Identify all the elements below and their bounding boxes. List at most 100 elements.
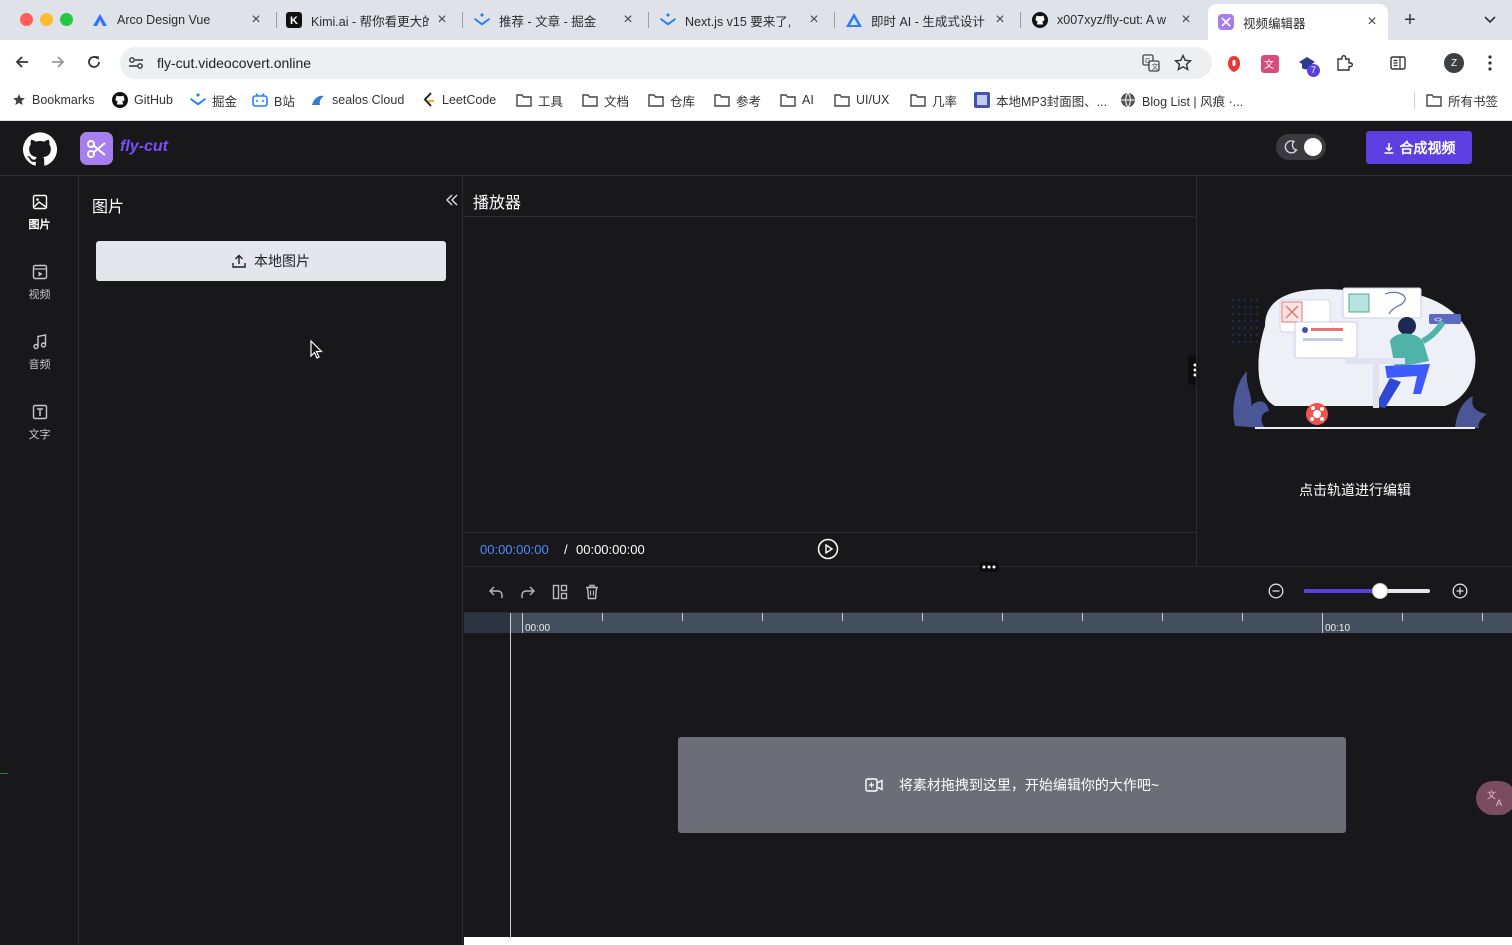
- bookmark-item[interactable]: 掘金: [190, 85, 237, 115]
- browser-tab[interactable]: 推荐 - 文章 - 掘金 ×: [464, 5, 644, 35]
- extension-translate-icon[interactable]: 文: [1260, 54, 1280, 74]
- ruler-tick: [1482, 613, 1483, 621]
- nav-item-video[interactable]: 视频: [0, 264, 79, 324]
- close-tab-icon[interactable]: ×: [1178, 12, 1194, 28]
- folder-icon: [714, 93, 730, 107]
- delete-icon[interactable]: [582, 582, 602, 602]
- export-video-button[interactable]: 合成视频: [1366, 131, 1472, 164]
- drop-zone-hint: 将素材拖拽到这里，开始编辑你的大作吧~: [898, 777, 1160, 793]
- sealos-icon: [310, 93, 326, 107]
- browser-menu-icon[interactable]: [1482, 53, 1498, 73]
- forward-icon[interactable]: [48, 52, 68, 72]
- extension-shield-icon[interactable]: [1224, 54, 1244, 74]
- close-tab-icon[interactable]: ×: [248, 12, 264, 28]
- playhead[interactable]: [510, 613, 511, 945]
- profile-avatar[interactable]: Z: [1444, 53, 1464, 73]
- zoom-slider[interactable]: [1304, 583, 1430, 599]
- bookmark-star-icon[interactable]: [1174, 54, 1192, 72]
- jishi-icon: [846, 12, 862, 28]
- browser-tab[interactable]: x007xyz/fly-cut: A w ×: [1022, 5, 1202, 35]
- ruler-tick: [1322, 613, 1323, 633]
- empty-state-illustration: <>: [1225, 286, 1491, 434]
- ruler-tick: [1242, 613, 1243, 621]
- bookmark-item[interactable]: B站: [252, 85, 295, 115]
- translate-icon[interactable]: G文: [1142, 54, 1160, 72]
- current-time: 00:00:00:00: [480, 542, 549, 557]
- bookmark-item[interactable]: GitHub: [112, 85, 173, 115]
- time-separator: /: [564, 542, 568, 557]
- bookmark-folder[interactable]: 工具: [516, 85, 563, 115]
- browser-tab[interactable]: Next.js v15 要来了, ×: [650, 5, 830, 35]
- browser-tab-active[interactable]: 视频编辑器 ×: [1208, 4, 1388, 40]
- ruler-tick: [1082, 613, 1083, 621]
- github-icon: [1032, 12, 1048, 28]
- browser-tab[interactable]: K Kimi.ai - 帮你看更大的 ×: [278, 5, 458, 35]
- browser-tab[interactable]: Arco Design Vue ×: [92, 5, 272, 35]
- svg-text:A: A: [1496, 798, 1502, 807]
- collapse-panel-icon[interactable]: [444, 192, 460, 208]
- timeline-resize-handle[interactable]: [979, 562, 999, 572]
- side-panel-icon[interactable]: [1388, 53, 1408, 73]
- zoom-slider-fill: [1304, 589, 1380, 593]
- app-header: fly-cut 合成视频: [0, 121, 1512, 176]
- bookmark-folder[interactable]: 仓库: [648, 85, 695, 115]
- video-canvas[interactable]: [464, 217, 1195, 532]
- bookmark-folder[interactable]: UI/UX: [834, 85, 889, 115]
- zoom-out-icon[interactable]: [1266, 581, 1286, 601]
- back-icon[interactable]: [12, 52, 32, 72]
- address-bar[interactable]: fly-cut.videocovert.online G文: [120, 47, 1212, 79]
- theme-toggle[interactable]: [1276, 134, 1326, 160]
- undo-icon[interactable]: [486, 582, 506, 602]
- nav-item-text[interactable]: 文字: [0, 404, 79, 464]
- bookmark-folder[interactable]: 文档: [582, 85, 629, 115]
- site-settings-icon[interactable]: [128, 55, 144, 71]
- bookmark-item[interactable]: LeetCode: [422, 85, 496, 115]
- mouse-cursor-icon: [310, 340, 324, 360]
- bookmark-item[interactable]: sealos Cloud: [310, 85, 404, 115]
- flycut-icon: [1218, 14, 1234, 30]
- upload-local-image-button[interactable]: 本地图片: [96, 241, 446, 281]
- download-icon: [1383, 142, 1395, 154]
- nav-item-audio[interactable]: 音频: [0, 334, 79, 394]
- browser-tab[interactable]: 即时 AI - 生成式设计 ×: [836, 5, 1016, 35]
- close-window-button[interactable]: [20, 13, 33, 26]
- all-bookmarks-folder[interactable]: 所有书签: [1426, 85, 1498, 115]
- drop-zone[interactable]: 将素材拖拽到这里，开始编辑你的大作吧~: [678, 737, 1346, 833]
- play-button[interactable]: [817, 538, 839, 560]
- zoom-slider-knob[interactable]: [1371, 583, 1388, 599]
- tab-search-icon[interactable]: [1482, 12, 1498, 28]
- bookmark-folder[interactable]: 几率: [910, 85, 957, 115]
- reload-icon[interactable]: [84, 52, 104, 72]
- juejin-icon: [660, 12, 676, 28]
- edge-marker: [0, 773, 8, 774]
- timeline-ruler[interactable]: 00:00 00:10: [510, 613, 1512, 634]
- ruler-tick: [842, 613, 843, 621]
- redo-icon[interactable]: [518, 582, 538, 602]
- close-tab-icon[interactable]: ×: [992, 12, 1008, 28]
- juejin-icon: [474, 12, 490, 28]
- new-tab-icon[interactable]: +: [1400, 9, 1420, 31]
- close-tab-icon[interactable]: ×: [806, 12, 822, 28]
- split-icon[interactable]: [550, 582, 570, 602]
- close-tab-icon[interactable]: ×: [434, 12, 450, 28]
- properties-empty-hint: 点击轨道进行编辑: [1299, 482, 1411, 498]
- bookmark-item[interactable]: Bookmarks: [12, 85, 95, 115]
- nav-item-image[interactable]: 图片: [0, 194, 79, 254]
- bookmark-item[interactable]: 本地MP3封面图、...: [974, 85, 1107, 115]
- url-text[interactable]: fly-cut.videocovert.online: [157, 55, 311, 71]
- floating-translate-icon[interactable]: 文A: [1476, 781, 1512, 815]
- bookmark-folder[interactable]: 参考: [714, 85, 761, 115]
- extension-badge-icon[interactable]: 7: [1296, 54, 1320, 77]
- maximize-window-button[interactable]: [60, 13, 73, 26]
- close-tab-icon[interactable]: ×: [620, 12, 636, 28]
- bookmark-folder[interactable]: AI: [780, 85, 814, 115]
- close-tab-icon[interactable]: ×: [1364, 14, 1380, 30]
- ruler-tick-label: 00:10: [1325, 623, 1351, 634]
- ruler-tick: [922, 613, 923, 621]
- toggle-knob: [1304, 138, 1322, 156]
- github-icon[interactable]: [22, 131, 58, 167]
- zoom-in-icon[interactable]: [1450, 581, 1470, 601]
- bookmark-item[interactable]: Blog List | 风痕 ·...: [1120, 85, 1243, 115]
- minimize-window-button[interactable]: [40, 13, 53, 26]
- extensions-puzzle-icon[interactable]: [1334, 53, 1354, 73]
